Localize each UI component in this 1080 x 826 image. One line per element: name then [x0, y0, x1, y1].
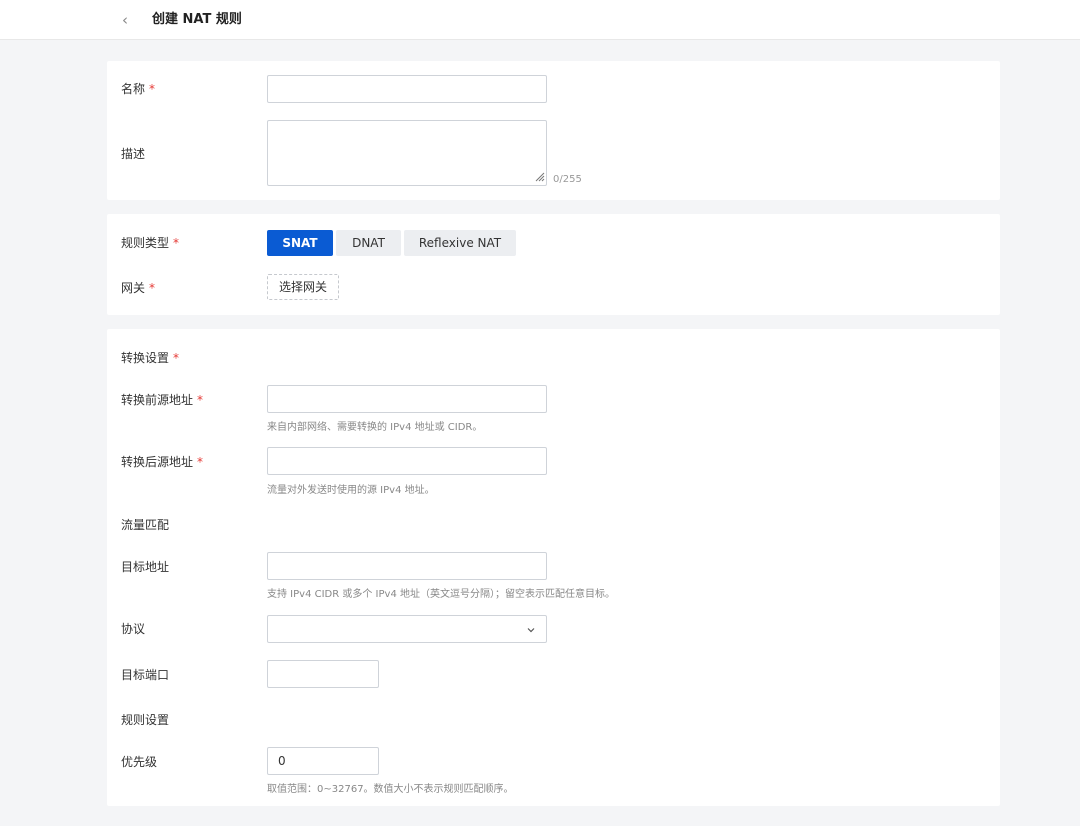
name-input[interactable] — [267, 75, 547, 103]
protocol-label: 协议 — [121, 622, 146, 636]
translation-card: 转换设置 * 转换前源地址 * 来自内部网络、需要转换的 IPv4 地址或 CIDR… — [107, 329, 1000, 806]
destination-input[interactable] — [267, 552, 547, 580]
required-mark: * — [197, 393, 204, 407]
source-before-input[interactable] — [267, 385, 547, 413]
basic-info-card: 名称 * 描述 0/255 — [107, 61, 1000, 200]
description-counter: 0/255 — [553, 174, 582, 185]
source-after-label: 转换后源地址 * — [121, 455, 204, 469]
destination-hint: 支持 IPv4 CIDR 或多个 IPv4 地址（英文逗号分隔）；留空表示匹配任… — [267, 589, 615, 600]
gateway-label: 网关 * — [121, 281, 156, 295]
destination-port-label: 目标端口 — [121, 668, 170, 682]
source-after-input[interactable] — [267, 447, 547, 475]
destination-port-input[interactable] — [267, 660, 379, 688]
traffic-match-label: 流量匹配 — [121, 518, 170, 532]
source-before-hint: 来自内部网络、需要转换的 IPv4 地址或 CIDR。 — [267, 422, 483, 433]
source-before-label: 转换前源地址 * — [121, 393, 204, 407]
source-after-hint: 流量对外发送时使用的源 IPv4 地址。 — [267, 485, 435, 496]
page-title: 创建 NAT 规则 — [152, 12, 242, 27]
chevron-down-icon — [527, 628, 535, 633]
rule-settings-label: 规则设置 — [121, 713, 170, 727]
rule-type-label: 规则类型 * — [121, 236, 180, 250]
required-mark: * — [149, 82, 156, 96]
required-mark: * — [173, 236, 180, 250]
required-mark: * — [149, 281, 156, 295]
description-textarea[interactable] — [267, 120, 547, 186]
chevron-left-icon[interactable]: ‹ — [122, 11, 136, 29]
required-mark: * — [197, 455, 204, 469]
name-label: 名称 * — [121, 82, 156, 96]
priority-label: 优先级 — [121, 755, 158, 769]
translation-settings-label: 转换设置 * — [121, 351, 180, 365]
required-mark: * — [173, 351, 180, 365]
destination-label: 目标地址 — [121, 560, 170, 574]
resize-handle-icon[interactable] — [535, 172, 545, 182]
rule-type-card: 规则类型 * SNAT DNAT Reflexive NAT 网关 * 选择网关 — [107, 214, 1000, 315]
description-label: 描述 — [121, 147, 146, 161]
rule-type-snat[interactable]: SNAT — [267, 230, 333, 256]
priority-input[interactable] — [267, 747, 379, 775]
select-gateway-button[interactable]: 选择网关 — [267, 274, 339, 300]
rule-type-reflexive-nat[interactable]: Reflexive NAT — [404, 230, 516, 256]
top-bar: ‹ 创建 NAT 规则 — [0, 0, 1080, 40]
priority-hint: 取值范围：0~32767。数值大小不表示规则匹配顺序。 — [267, 784, 514, 795]
protocol-select[interactable] — [267, 615, 547, 643]
rule-type-dnat[interactable]: DNAT — [336, 230, 401, 256]
